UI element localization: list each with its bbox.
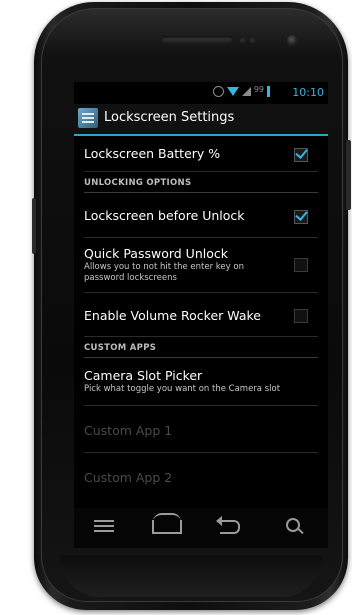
signal-icon [241, 87, 251, 96]
search-icon[interactable] [286, 518, 300, 532]
proximity-sensor [240, 38, 245, 43]
pref-lockscreen-before-unlock[interactable]: Lockscreen before Unlock [84, 193, 318, 238]
power-button [346, 140, 351, 210]
wifi-icon [226, 87, 239, 96]
pref-title: Custom App 2 [84, 470, 173, 485]
home-icon[interactable] [152, 513, 182, 534]
clock: 10:10 [292, 86, 324, 99]
screen: 99 10:10 Lockscreen Settings Lockscreen … [74, 82, 328, 548]
phone-chin [60, 555, 322, 597]
pref-title: Custom App 1 [84, 423, 173, 438]
pref-custom-app-1: Custom App 1 [84, 406, 318, 453]
battery-checkbox[interactable] [294, 148, 308, 162]
light-sensor [250, 38, 255, 43]
pref-title: Lockscreen Battery % [84, 146, 221, 161]
before-unlock-checkbox[interactable] [294, 210, 308, 224]
earpiece-speaker [161, 36, 233, 44]
menu-icon[interactable] [94, 520, 114, 535]
pref-title: Camera Slot Picker [84, 368, 203, 383]
front-camera [287, 35, 298, 46]
action-bar: Lockscreen Settings [74, 104, 328, 136]
volume-rocker-checkbox[interactable] [294, 309, 308, 323]
pref-title: Quick Password Unlock [84, 246, 228, 261]
pref-title: Lockscreen before Unlock [84, 208, 245, 223]
navigation-bar [74, 508, 328, 548]
category-custom-apps: CUSTOM APPS [84, 337, 318, 358]
pref-camera-slot-picker[interactable]: Camera Slot Picker Pick what toggle you … [84, 358, 318, 406]
preference-list: Lockscreen Battery % UNLOCKING OPTIONS L… [74, 136, 328, 499]
pref-custom-app-2: Custom App 2 [84, 453, 318, 499]
pref-summary: Pick what toggle you want on the Camera … [84, 384, 281, 394]
battery-percent: 99 [253, 85, 264, 94]
status-bar: 99 10:10 [74, 82, 328, 104]
pref-lockscreen-battery[interactable]: Lockscreen Battery % [84, 136, 318, 172]
pref-summary: Allows you to not hit the enter key on p… [84, 262, 244, 283]
back-icon[interactable] [216, 516, 240, 534]
settings-app-icon[interactable] [78, 108, 98, 128]
alarm-icon [212, 86, 224, 97]
pref-title: Enable Volume Rocker Wake [84, 308, 261, 323]
quick-password-checkbox[interactable] [294, 258, 308, 272]
battery-icon [267, 86, 270, 97]
volume-button [32, 198, 36, 254]
pref-volume-rocker-wake[interactable]: Enable Volume Rocker Wake [84, 293, 318, 337]
category-unlocking-options: UNLOCKING OPTIONS [84, 172, 318, 193]
pref-quick-password-unlock[interactable]: Quick Password Unlock Allows you to not … [84, 238, 318, 293]
page-title: Lockscreen Settings [104, 110, 235, 125]
